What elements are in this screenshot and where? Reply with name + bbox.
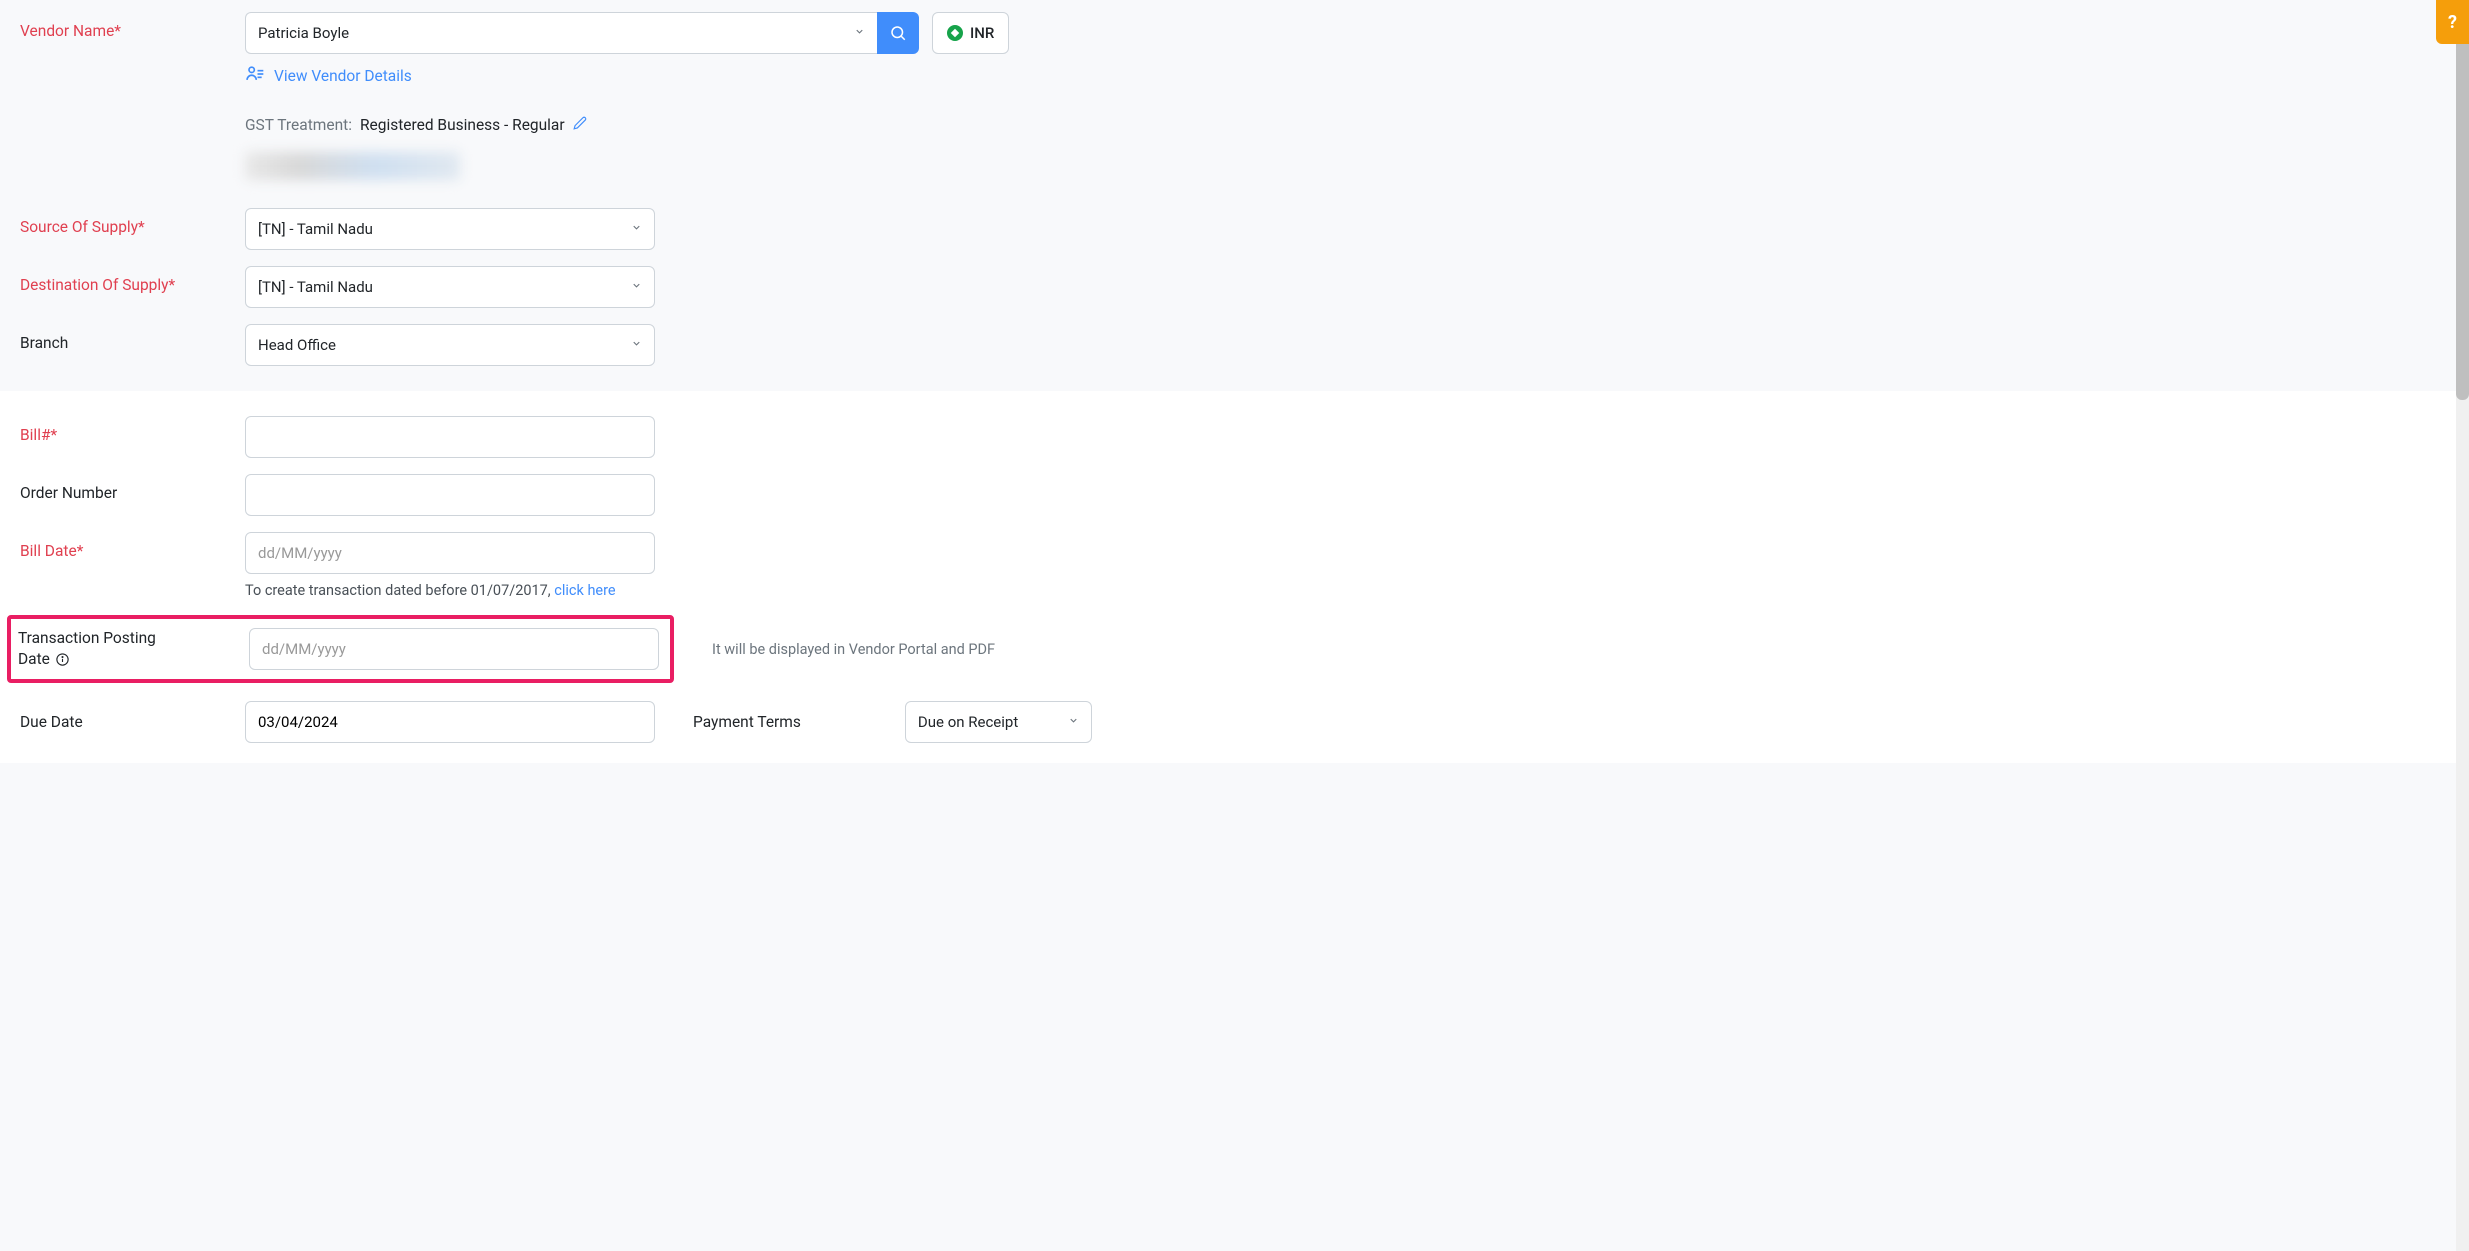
payment-terms-select[interactable]: Due on Receipt xyxy=(905,701,1092,743)
currency-dot-icon xyxy=(947,25,963,41)
due-date-label: Due Date xyxy=(20,713,245,731)
posting-date-input-wrap xyxy=(249,628,659,670)
vendor-name-label: Vendor Name* xyxy=(20,12,245,40)
transaction-posting-highlight: Transaction Posting Date xyxy=(7,615,674,683)
gst-treatment-value: Registered Business - Regular xyxy=(360,116,565,134)
source-supply-select[interactable]: [TN] - Tamil Nadu xyxy=(245,208,655,250)
order-number-label: Order Number xyxy=(20,474,245,502)
bill-date-hint: To create transaction dated before 01/07… xyxy=(245,582,655,599)
search-icon xyxy=(889,24,907,42)
posting-date-label: Transaction Posting Date xyxy=(18,628,249,670)
currency-label: INR xyxy=(970,24,994,42)
bill-date-hint-link[interactable]: click here xyxy=(554,582,615,599)
posting-date-label-line1: Transaction Posting xyxy=(18,629,156,647)
bill-date-input-wrap xyxy=(245,532,655,574)
view-vendor-details-link[interactable]: View Vendor Details xyxy=(245,64,1009,88)
gst-treatment-row: GST Treatment: Registered Business - Reg… xyxy=(245,116,1009,134)
currency-button[interactable]: INR xyxy=(932,12,1009,54)
payment-terms-value: Due on Receipt xyxy=(918,713,1018,731)
posting-date-input[interactable] xyxy=(262,640,646,658)
info-icon[interactable] xyxy=(55,652,70,667)
due-date-input-wrap xyxy=(245,701,655,743)
bill-number-input[interactable] xyxy=(258,428,642,446)
vendor-name-select[interactable]: Patricia Boyle xyxy=(245,12,877,54)
branch-label: Branch xyxy=(20,324,245,352)
scrollbar-track xyxy=(2456,0,2469,1251)
bill-date-hint-text: To create transaction dated before 01/07… xyxy=(245,582,554,599)
posting-date-label-line2: Date xyxy=(18,650,50,668)
destination-supply-label: Destination Of Supply* xyxy=(20,266,245,294)
destination-supply-select[interactable]: [TN] - Tamil Nadu xyxy=(245,266,655,308)
chevron-down-icon xyxy=(854,26,865,41)
bill-number-input-wrap xyxy=(245,416,655,458)
payment-terms-label: Payment Terms xyxy=(693,713,801,731)
chevron-down-icon xyxy=(631,222,642,237)
branch-select[interactable]: Head Office xyxy=(245,324,655,366)
chevron-down-icon xyxy=(631,280,642,295)
blurred-private-info xyxy=(245,152,460,180)
source-supply-value: [TN] - Tamil Nadu xyxy=(258,220,373,238)
edit-gst-button[interactable] xyxy=(573,116,587,134)
order-number-input[interactable] xyxy=(258,486,642,504)
posting-date-hint: It will be displayed in Vendor Portal an… xyxy=(712,641,995,658)
bill-date-label: Bill Date* xyxy=(20,532,245,560)
scrollbar-thumb[interactable] xyxy=(2456,0,2469,400)
help-button[interactable]: ? xyxy=(2436,0,2469,44)
source-supply-label: Source Of Supply* xyxy=(20,208,245,236)
vendor-search-button[interactable] xyxy=(877,12,919,54)
destination-supply-value: [TN] - Tamil Nadu xyxy=(258,278,373,296)
branch-value: Head Office xyxy=(258,336,336,354)
bill-date-input[interactable] xyxy=(258,544,642,562)
user-details-icon xyxy=(245,64,265,88)
view-vendor-details-label: View Vendor Details xyxy=(274,67,412,85)
chevron-down-icon xyxy=(631,338,642,353)
help-icon-label: ? xyxy=(2448,12,2457,33)
vendor-name-value: Patricia Boyle xyxy=(258,24,349,42)
gst-treatment-label: GST Treatment: xyxy=(245,116,352,134)
order-number-input-wrap xyxy=(245,474,655,516)
due-date-input[interactable] xyxy=(258,713,642,731)
chevron-down-icon xyxy=(1068,715,1079,730)
bill-number-label: Bill#* xyxy=(20,416,245,444)
